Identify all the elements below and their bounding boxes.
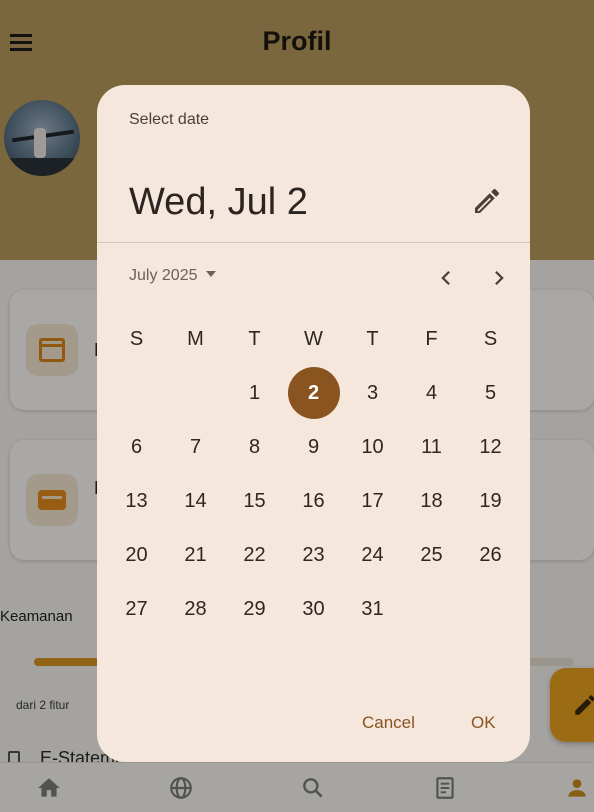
calendar-day-number: 10 xyxy=(361,435,384,458)
calendar-day-number: 14 xyxy=(184,489,207,512)
calendar-day-number: 24 xyxy=(361,543,384,566)
calendar-day[interactable]: 8 xyxy=(225,420,284,474)
calendar-day-number: 30 xyxy=(302,597,325,620)
calendar-day-number: 12 xyxy=(479,435,502,458)
weekday-label: T xyxy=(366,327,379,350)
calendar-day[interactable]: 17 xyxy=(343,474,402,528)
calendar-day[interactable]: 14 xyxy=(166,474,225,528)
calendar-day-number: 31 xyxy=(361,597,384,620)
calendar-day[interactable]: 25 xyxy=(402,528,461,582)
calendar-day[interactable]: 23 xyxy=(284,528,343,582)
ok-button[interactable]: OK xyxy=(471,713,496,733)
calendar-day-number: 1 xyxy=(248,381,261,404)
calendar-day-number: 29 xyxy=(243,597,266,620)
calendar-day-number: 15 xyxy=(243,489,266,512)
cancel-button[interactable]: Cancel xyxy=(362,713,415,733)
calendar-week-row: 27 28 29 30 31 xyxy=(107,582,520,636)
weekday-label: S xyxy=(129,327,144,350)
weekday-label: W xyxy=(304,327,323,350)
pencil-icon[interactable] xyxy=(471,185,503,217)
calendar-day[interactable]: 5 xyxy=(461,366,520,420)
calendar-day[interactable]: 19 xyxy=(461,474,520,528)
caret-down-icon xyxy=(205,271,216,277)
calendar-day[interactable]: 22 xyxy=(225,528,284,582)
calendar-day[interactable]: 27 xyxy=(107,582,166,636)
date-picker-dialog: Select date Wed, Jul 2 July 2025 S M T W T F S… xyxy=(97,85,530,762)
calendar-day-number: 3 xyxy=(366,381,379,404)
calendar-day-number: 4 xyxy=(425,381,438,404)
calendar-day[interactable]: 1 xyxy=(225,366,284,420)
calendar-day-number: 2 xyxy=(287,367,340,419)
dialog-divider xyxy=(97,242,530,243)
calendar-day[interactable]: 4 xyxy=(402,366,461,420)
calendar-day[interactable]: 6 xyxy=(107,420,166,474)
calendar-day-number: 21 xyxy=(184,543,207,566)
calendar-day[interactable]: 21 xyxy=(166,528,225,582)
calendar-day-number: 28 xyxy=(184,597,207,620)
calendar-day-number: 19 xyxy=(479,489,502,512)
calendar-day-number: 9 xyxy=(307,435,320,458)
calendar-day-number: 22 xyxy=(243,543,266,566)
calendar-day-number: 11 xyxy=(421,435,442,458)
calendar-week-row: 6 7 8 9 10 11 12 xyxy=(107,420,520,474)
weekday-label: T xyxy=(248,327,261,350)
calendar-day[interactable]: 10 xyxy=(343,420,402,474)
calendar-day[interactable]: 13 xyxy=(107,474,166,528)
chevron-left-icon[interactable] xyxy=(431,263,461,293)
calendar-day-number: 26 xyxy=(479,543,502,566)
calendar-day[interactable]: 29 xyxy=(225,582,284,636)
weekday-label: S xyxy=(483,327,498,350)
calendar-day-number: 13 xyxy=(125,489,148,512)
calendar-day[interactable]: 15 xyxy=(225,474,284,528)
calendar-day[interactable]: 31 xyxy=(343,582,402,636)
calendar-day[interactable]: 26 xyxy=(461,528,520,582)
calendar-day-number: 27 xyxy=(125,597,148,620)
calendar-day-number: 17 xyxy=(361,489,384,512)
month-year-selector[interactable]: July 2025 xyxy=(129,267,216,285)
calendar-day-number: 25 xyxy=(420,543,443,566)
calendar-day[interactable]: 20 xyxy=(107,528,166,582)
calendar-day[interactable]: 3 xyxy=(343,366,402,420)
calendar-day-number: 5 xyxy=(484,381,497,404)
selected-date-headline: Wed, Jul 2 xyxy=(129,181,308,223)
calendar-day-number: 8 xyxy=(248,435,261,458)
calendar-day-number: 16 xyxy=(302,489,325,512)
calendar-day[interactable]: 9 xyxy=(284,420,343,474)
calendar-day[interactable]: 18 xyxy=(402,474,461,528)
calendar-day-number: 18 xyxy=(420,489,443,512)
calendar-week-row: 20 21 22 23 24 25 26 xyxy=(107,528,520,582)
calendar-day-number: 7 xyxy=(189,435,202,458)
calendar-day[interactable]: 16 xyxy=(284,474,343,528)
calendar-day-number: 6 xyxy=(130,435,143,458)
dialog-header-label: Select date xyxy=(129,111,210,128)
weekday-header-row: SMTWTFS xyxy=(107,312,520,366)
calendar-week-row: 1 2 3 4 5 xyxy=(107,366,520,420)
calendar-day-selected[interactable]: 2 xyxy=(284,366,343,420)
calendar-day[interactable]: 28 xyxy=(166,582,225,636)
weekday-label: M xyxy=(187,327,204,350)
calendar-day[interactable]: 30 xyxy=(284,582,343,636)
calendar-day[interactable]: 11 xyxy=(402,420,461,474)
calendar-week-row: 13 14 15 16 17 18 19 xyxy=(107,474,520,528)
calendar-day-number: 23 xyxy=(302,543,325,566)
month-year-label: July 2025 xyxy=(129,267,198,284)
calendar-day[interactable]: 24 xyxy=(343,528,402,582)
calendar-day[interactable]: 7 xyxy=(166,420,225,474)
calendar-day[interactable]: 12 xyxy=(461,420,520,474)
calendar-day-number: 20 xyxy=(125,543,148,566)
weekday-label: F xyxy=(425,327,438,350)
chevron-right-icon[interactable] xyxy=(484,263,514,293)
